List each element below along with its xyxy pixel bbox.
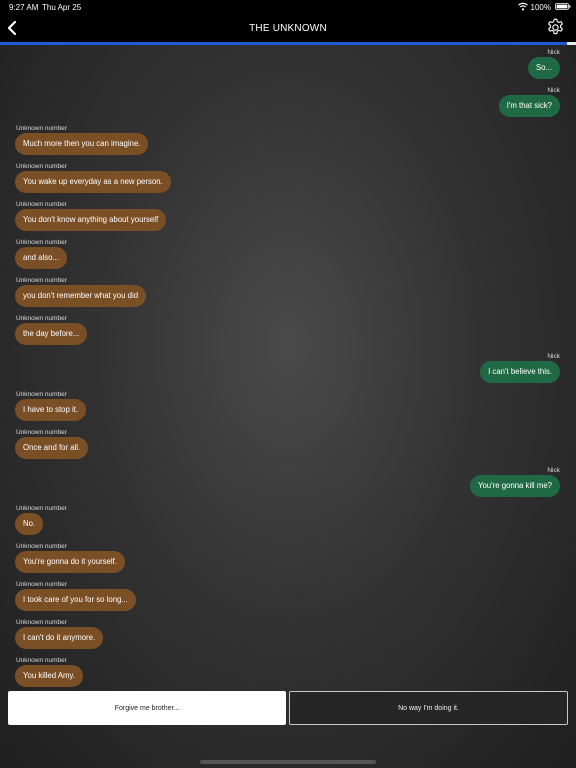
incoming-message-bubble: I can't do it anymore. [15,627,104,649]
wifi-icon [518,2,528,11]
incoming-message-bubble: I took care of you for so long... [15,589,136,611]
message-item: Unknown number the day before... [0,315,576,347]
message-item: Unknown number You're gonna do it yoursel… [0,543,576,575]
nav-bar: THE UNKNOWN [0,14,576,42]
outgoing-message-bubble: I can't believe this. [480,361,560,383]
message-sender: Unknown number [16,277,67,284]
message-item: Unknown number and also... [0,239,576,271]
choice-button-left[interactable]: Forgive me brother... [8,691,286,725]
message-sender: Nick [547,353,560,360]
outgoing-message-bubble: I'm that sick? [498,95,560,117]
message-sender: Unknown number [16,505,67,512]
incoming-message-bubble: the day before... [15,323,88,345]
incoming-message-bubble: Much more then you can imagine. [15,133,149,155]
message-list[interactable]: Nick So... Nick I'm that sick? Unknown numbe… [0,45,576,690]
message-item: Unknown number I can't do it anymore. [0,619,576,651]
message-sender: Nick [547,467,560,474]
message-sender: Nick [547,49,560,56]
choice-button-right[interactable]: No way I'm doing it. [289,691,568,725]
battery-icon [555,3,571,10]
message-item: Unknown number You killed Amy. [0,657,576,689]
message-sender: Unknown number [16,429,67,436]
message-sender: Unknown number [16,125,67,132]
message-sender: Unknown number [16,581,67,588]
message-sender: Unknown number [16,391,67,398]
incoming-message-bubble: You killed Amy. [15,665,84,687]
message-item: Unknown number I took care of you for so … [0,581,576,613]
message-sender: Unknown number [16,315,67,322]
outgoing-message-bubble: So... [527,57,560,79]
incoming-message-bubble: Once and for all. [15,437,89,459]
message-item: Unknown number Once and for all. [0,429,576,461]
message-sender: Unknown number [16,239,67,246]
home-indicator [200,760,376,764]
message-item: Unknown number you don't remember what yo… [0,277,576,309]
message-sender: Unknown number [16,201,67,208]
battery-percent: 100% [530,3,551,12]
incoming-message-bubble: You don't know anything about yourself [15,209,167,231]
incoming-message-bubble: No. [15,513,44,535]
message-item: Nick I can't believe this. [0,353,576,385]
gear-icon[interactable] [546,18,565,37]
message-sender: Unknown number [16,163,67,170]
incoming-message-bubble: and also... [15,247,67,269]
message-item: Nick You're gonna kill me? [0,467,576,499]
status-time: 9:27 AM [9,3,39,12]
message-item: Unknown number You wake up everyday as a … [0,163,576,195]
incoming-message-bubble: I have to stop it. [15,399,87,421]
status-bar: 9:27 AM Thu Apr 25 100% [0,0,576,14]
outgoing-message-bubble: You're gonna kill me? [469,475,560,497]
status-date: Thu Apr 25 [42,3,82,12]
message-item: Unknown number I have to stop it. [0,391,576,423]
message-sender: Unknown number [16,657,67,664]
message-item: Unknown number You don't know anything ab… [0,201,576,233]
message-item: Nick I'm that sick? [0,87,576,119]
incoming-message-bubble: you don't remember what you did [15,285,147,307]
message-sender: Unknown number [16,543,67,550]
page-title: THE UNKNOWN [249,23,327,34]
incoming-message-bubble: You're gonna do it yourself. [15,551,125,573]
message-sender: Nick [547,87,560,94]
message-sender: Unknown number [16,619,67,626]
incoming-message-bubble: You wake up everyday as a new person. [15,171,171,193]
message-item: Nick So... [0,49,576,81]
message-item: Unknown number No. [0,505,576,537]
message-item: Unknown number Much more then you can ima… [0,125,576,157]
